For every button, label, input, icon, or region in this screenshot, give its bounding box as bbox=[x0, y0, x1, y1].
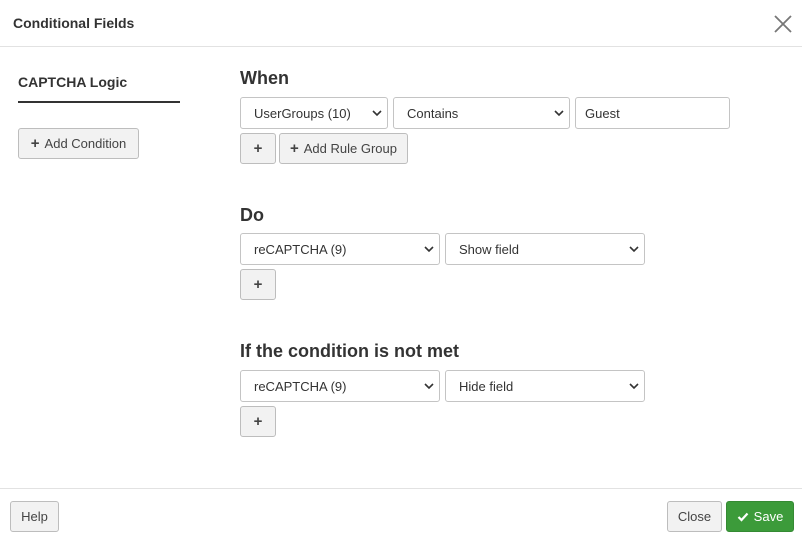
add-action-button[interactable]: + bbox=[240, 269, 276, 300]
when-field-value: UserGroups (10) bbox=[254, 105, 351, 121]
when-field-select[interactable]: UserGroups (10) bbox=[240, 97, 388, 129]
save-label: Save bbox=[753, 509, 784, 524]
help-button[interactable]: Help bbox=[10, 501, 59, 532]
else-field-select[interactable]: reCAPTCHA (9) bbox=[240, 370, 440, 402]
add-condition-label: Add Condition bbox=[44, 136, 127, 151]
plus-icon: + bbox=[253, 140, 263, 157]
close-label: Close bbox=[677, 509, 712, 524]
do-action-value: Show field bbox=[459, 241, 519, 257]
tab-captcha-logic[interactable]: CAPTCHA Logic bbox=[18, 74, 180, 103]
save-button[interactable]: Save bbox=[726, 501, 794, 532]
do-heading: Do bbox=[240, 205, 264, 225]
add-rule-group-button[interactable]: + Add Rule Group bbox=[279, 133, 408, 164]
dialog-header: Conditional Fields bbox=[0, 0, 802, 47]
add-rule-group-label: Add Rule Group bbox=[303, 141, 397, 156]
chevron-down-icon bbox=[629, 246, 639, 253]
plus-icon: + bbox=[30, 135, 40, 152]
add-condition-button[interactable]: + Add Condition bbox=[18, 128, 139, 159]
chevron-down-icon bbox=[424, 246, 434, 253]
add-rule-button[interactable]: + bbox=[240, 133, 276, 164]
chevron-down-icon bbox=[629, 383, 639, 390]
do-action-select[interactable]: Show field bbox=[445, 233, 645, 265]
close-button[interactable]: Close bbox=[667, 501, 722, 532]
when-value-input[interactable]: Guest bbox=[575, 97, 730, 129]
do-field-value: reCAPTCHA (9) bbox=[254, 241, 347, 257]
else-field-value: reCAPTCHA (9) bbox=[254, 378, 347, 394]
plus-icon: + bbox=[290, 140, 299, 157]
else-action-value: Hide field bbox=[459, 378, 514, 394]
when-value-text: Guest bbox=[585, 105, 620, 121]
tab-label: CAPTCHA Logic bbox=[18, 74, 128, 90]
plus-icon: + bbox=[253, 413, 263, 430]
else-heading: If the condition is not met bbox=[240, 341, 459, 361]
close-icon[interactable] bbox=[772, 13, 794, 35]
do-field-select[interactable]: reCAPTCHA (9) bbox=[240, 233, 440, 265]
else-action-select[interactable]: Hide field bbox=[445, 370, 645, 402]
plus-icon: + bbox=[253, 276, 263, 293]
when-heading: When bbox=[240, 68, 289, 88]
chevron-down-icon bbox=[554, 110, 564, 117]
check-icon bbox=[737, 512, 748, 522]
add-else-action-button[interactable]: + bbox=[240, 406, 276, 437]
chevron-down-icon bbox=[372, 110, 382, 117]
chevron-down-icon bbox=[424, 383, 434, 390]
dialog-title: Conditional Fields bbox=[13, 15, 135, 31]
when-operator-value: Contains bbox=[407, 105, 459, 121]
help-label: Help bbox=[21, 509, 48, 524]
when-operator-select[interactable]: Contains bbox=[393, 97, 570, 129]
